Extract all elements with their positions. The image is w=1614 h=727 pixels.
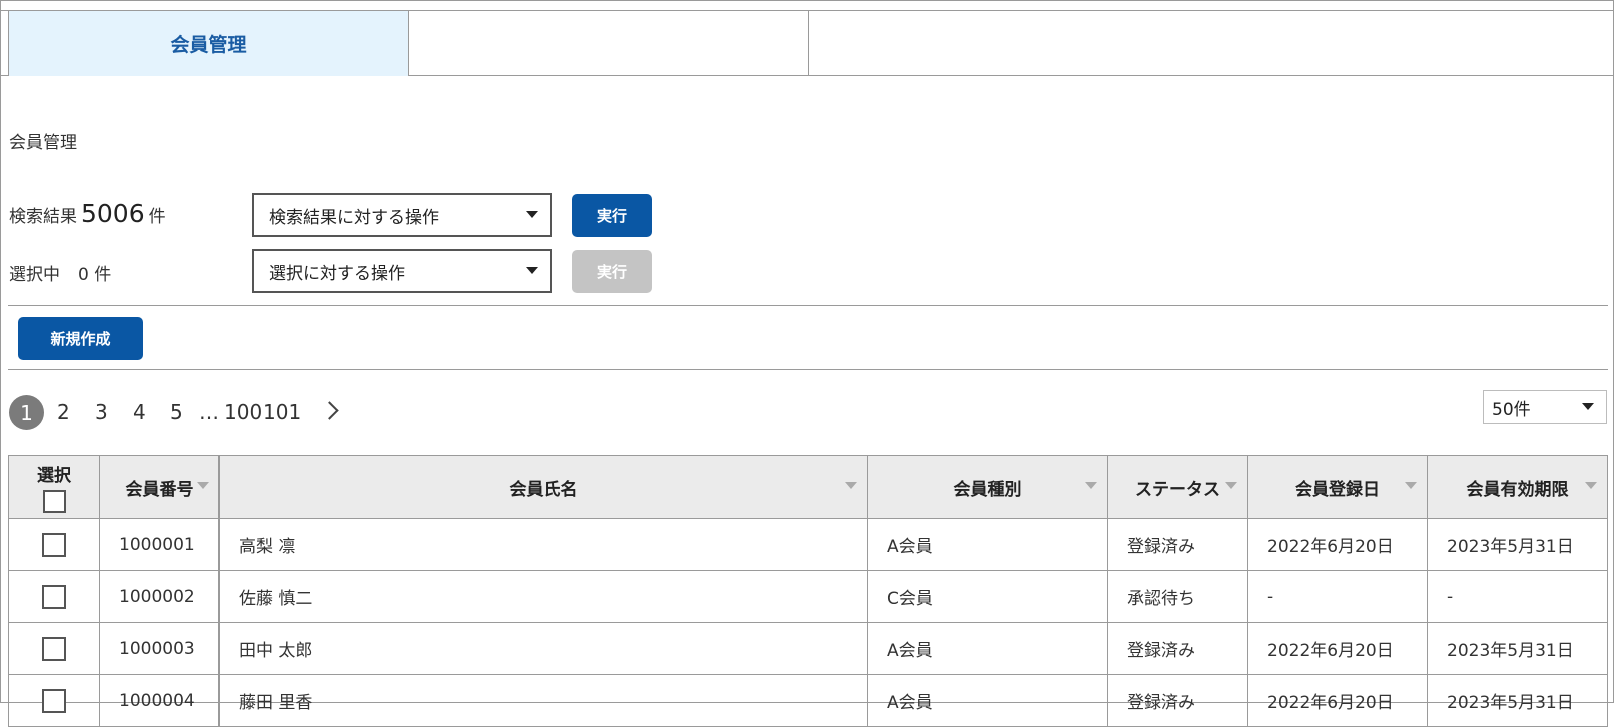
caret-down-icon — [526, 267, 538, 274]
selected-label: 選択中 — [9, 265, 60, 285]
sort-icon[interactable] — [1085, 482, 1097, 489]
cell-status: 登録済み — [1107, 623, 1247, 674]
tab-bar: 会員管理 — [0, 10, 1614, 76]
page-link[interactable]: 4 — [133, 400, 146, 424]
page-title: 会員管理 — [9, 133, 77, 153]
row-checkbox[interactable] — [42, 532, 66, 557]
cell-member-no: 1000001 — [99, 519, 219, 570]
header-member-no[interactable]: 会員番号 — [99, 456, 219, 518]
row-select-cell — [8, 571, 99, 622]
cell-expiry: - — [1427, 571, 1608, 622]
header-type-label: 会員種別 — [953, 479, 1022, 500]
cell-name: 佐藤 慎二 — [219, 571, 867, 622]
table-row[interactable]: 1000004 藤田 里香 A会員 登録済み 2022年6月20日 2023年5… — [8, 675, 1608, 727]
divider — [8, 369, 1608, 370]
cell-registered: - — [1247, 571, 1427, 622]
row-checkbox[interactable] — [42, 584, 66, 609]
cell-status: 承認待ち — [1107, 571, 1247, 622]
cell-type: A会員 — [867, 623, 1107, 674]
sort-icon[interactable] — [1585, 482, 1597, 489]
header-select-label: 選択 — [37, 466, 71, 486]
page-ellipsis: … — [199, 400, 219, 424]
search-result-action-value: 検索結果に対する操作 — [269, 207, 439, 228]
execute-search-action-button[interactable]: 実行 — [572, 194, 652, 237]
cell-expiry: 2023年5月31日 — [1427, 675, 1608, 726]
cell-member-no: 1000004 — [99, 675, 219, 726]
cell-expiry: 2023年5月31日 — [1427, 623, 1608, 674]
table-row[interactable]: 1000001 高梨 凛 A会員 登録済み 2022年6月20日 2023年5月… — [8, 519, 1608, 571]
header-select: 選択 — [8, 456, 99, 518]
cell-name: 田中 太郎 — [219, 623, 867, 674]
header-registered[interactable]: 会員登録日 — [1247, 456, 1427, 518]
sort-icon[interactable] — [845, 482, 857, 489]
selection-action-select[interactable]: 選択に対する操作 — [252, 249, 552, 293]
selected-summary: 選択中 0 件 — [9, 260, 111, 285]
page-link[interactable]: 2 — [57, 400, 70, 424]
table-header-row: 選択 会員番号 会員氏名 会員種別 ステータス 会員登録日 会員有効期限 — [8, 455, 1608, 519]
page-link[interactable]: 100 — [224, 400, 262, 424]
row-checkbox[interactable] — [42, 688, 66, 713]
tab-member-management[interactable]: 会員管理 — [8, 11, 409, 76]
cell-registered: 2022年6月20日 — [1247, 519, 1427, 570]
member-table: 選択 会員番号 会員氏名 会員種別 ステータス 会員登録日 会員有効期限 100… — [8, 455, 1608, 727]
search-result-unit: 件 — [148, 207, 166, 227]
caret-down-icon — [526, 211, 538, 218]
page-link[interactable]: 101 — [263, 400, 301, 424]
header-registered-label: 会員登録日 — [1295, 479, 1380, 500]
header-expiry-label: 会員有効期限 — [1466, 479, 1569, 500]
sort-icon[interactable] — [1225, 482, 1237, 489]
row-select-cell — [8, 519, 99, 570]
header-status-label: ステータス — [1135, 479, 1220, 500]
create-new-button[interactable]: 新規作成 — [18, 317, 143, 360]
cell-member-no: 1000003 — [99, 623, 219, 674]
cell-type: A会員 — [867, 675, 1107, 726]
cell-member-no: 1000002 — [99, 571, 219, 622]
row-select-cell — [8, 675, 99, 726]
cell-registered: 2022年6月20日 — [1247, 623, 1427, 674]
search-result-summary: 検索結果 5006 件 — [9, 199, 166, 228]
header-expiry[interactable]: 会員有効期限 — [1427, 456, 1608, 518]
search-result-action-select[interactable]: 検索結果に対する操作 — [252, 193, 552, 237]
cell-expiry: 2023年5月31日 — [1427, 519, 1608, 570]
header-name-label: 会員氏名 — [509, 479, 578, 500]
cell-type: A会員 — [867, 519, 1107, 570]
cell-name: 藤田 里香 — [219, 675, 867, 726]
execute-selection-action-button[interactable]: 実行 — [572, 250, 652, 293]
search-result-count: 5006 — [81, 199, 145, 228]
sort-icon[interactable] — [197, 482, 209, 489]
per-page-select[interactable]: 50件 — [1483, 390, 1607, 424]
caret-down-icon — [1582, 403, 1594, 410]
cell-type: C会員 — [867, 571, 1107, 622]
sort-icon[interactable] — [1405, 482, 1417, 489]
header-member-no-label: 会員番号 — [125, 479, 194, 500]
tab-empty-2[interactable] — [409, 11, 809, 76]
per-page-value: 50件 — [1492, 399, 1531, 420]
tab-empty-3[interactable] — [809, 11, 1614, 76]
page-current[interactable]: 1 — [9, 395, 44, 430]
selection-action-value: 選択に対する操作 — [269, 263, 405, 284]
cell-registered: 2022年6月20日 — [1247, 675, 1427, 726]
table-row[interactable]: 1000003 田中 太郎 A会員 登録済み 2022年6月20日 2023年5… — [8, 623, 1608, 675]
select-all-checkbox[interactable] — [42, 490, 66, 513]
selected-count: 0 件 — [78, 265, 112, 285]
page-link[interactable]: 3 — [95, 400, 108, 424]
row-checkbox[interactable] — [42, 636, 66, 661]
search-result-label: 検索結果 — [9, 207, 77, 227]
cell-status: 登録済み — [1107, 675, 1247, 726]
cell-name: 高梨 凛 — [219, 519, 867, 570]
cell-status: 登録済み — [1107, 519, 1247, 570]
header-name[interactable]: 会員氏名 — [219, 456, 867, 518]
table-row[interactable]: 1000002 佐藤 慎二 C会員 承認待ち - - — [8, 571, 1608, 623]
divider — [8, 305, 1608, 306]
header-status[interactable]: ステータス — [1107, 456, 1247, 518]
header-type[interactable]: 会員種別 — [867, 456, 1107, 518]
row-select-cell — [8, 623, 99, 674]
page-link[interactable]: 5 — [170, 400, 183, 424]
